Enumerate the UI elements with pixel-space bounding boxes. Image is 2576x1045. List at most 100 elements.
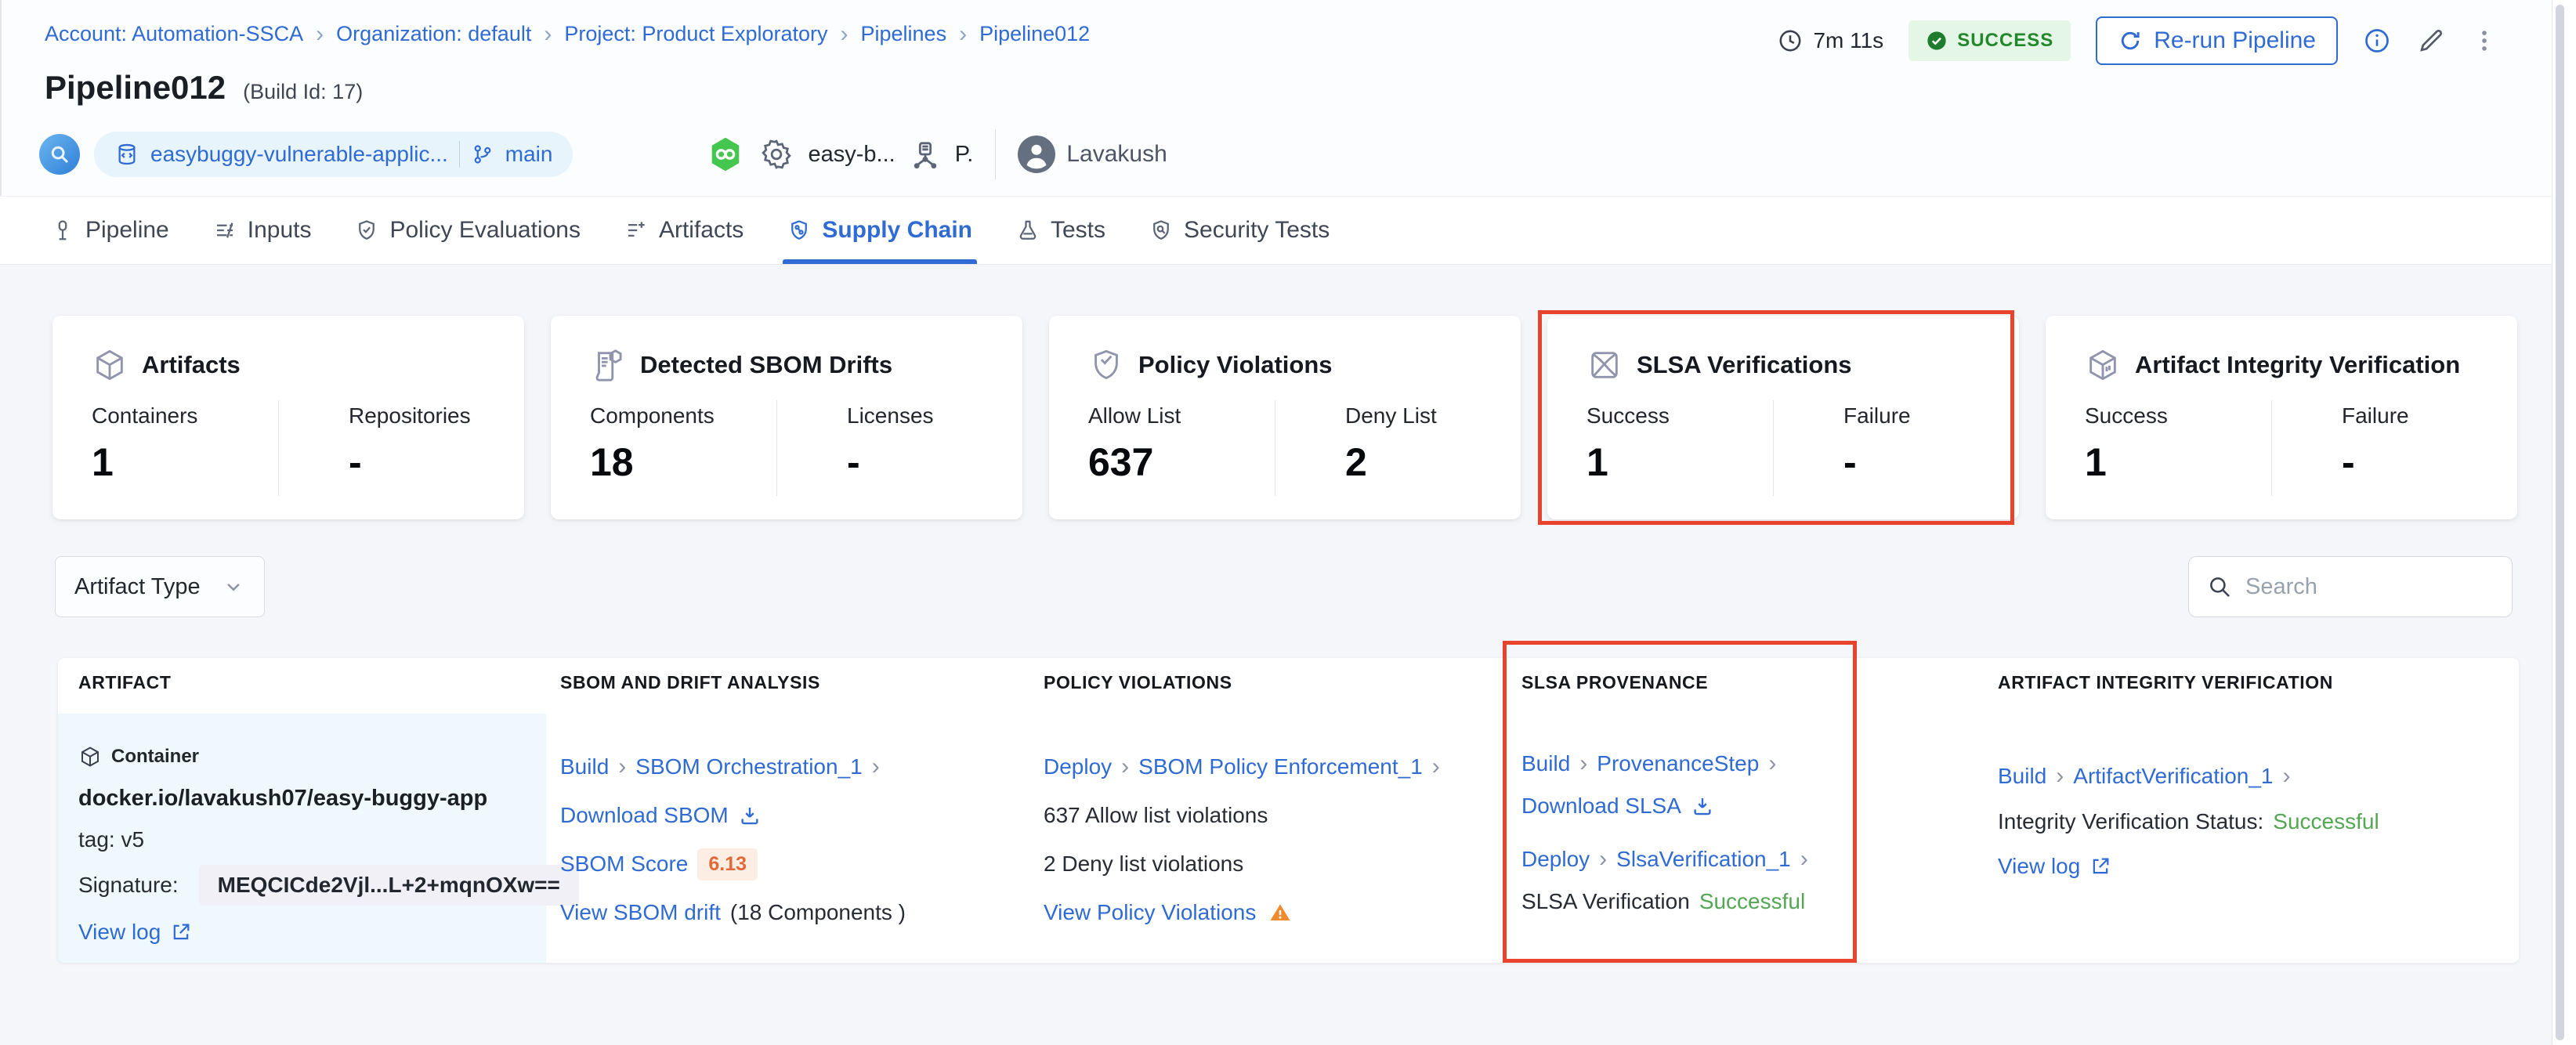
- card-divider: [776, 400, 777, 496]
- download-icon: [738, 804, 762, 827]
- tab-inputs[interactable]: Inputs: [213, 197, 311, 264]
- chevron-right-icon: ›: [1431, 754, 1440, 779]
- breadcrumb-organization[interactable]: Organization: default: [336, 22, 531, 46]
- pipeline-icon: [51, 219, 74, 242]
- stage-link[interactable]: Build: [1521, 751, 1570, 776]
- metric-value: -: [847, 440, 860, 484]
- sbom-cell: Build › SBOM Orchestration_1 › Download …: [560, 743, 906, 937]
- cube-icon: [2085, 347, 2121, 383]
- flask-icon: [1016, 219, 1040, 242]
- sbom-score-link[interactable]: SBOM Score: [560, 852, 688, 877]
- artifacts-table: ARTIFACT SBOM AND DRIFT ANALYSIS POLICY …: [58, 658, 2519, 963]
- info-icon[interactable]: [2363, 27, 2391, 55]
- artifact-name: docker.io/lavakush07/easy-buggy-app: [78, 785, 488, 811]
- rerun-label: Re-run Pipeline: [2154, 27, 2316, 53]
- breadcrumb: Account: Automation-SSCA › Organization:…: [45, 22, 1090, 46]
- download-sbom[interactable]: Download SBOM: [560, 791, 906, 840]
- metric-value: 1: [92, 440, 114, 484]
- branch-name: main: [505, 142, 553, 166]
- metric-integrity-success: Success 1: [2085, 403, 2168, 485]
- metric-slsa-failure: Failure -: [1843, 403, 1911, 485]
- run-duration-text: 7m 11s: [1813, 28, 1884, 52]
- triggered-by-user: Lavakush: [1066, 141, 1167, 167]
- chevron-right-icon: ›: [618, 754, 627, 779]
- metric-label: Licenses: [847, 403, 934, 428]
- step-link[interactable]: SBOM Policy Enforcement_1: [1138, 754, 1423, 779]
- policy-step-path: Deploy › SBOM Policy Enforcement_1 ›: [1044, 743, 1440, 791]
- tab-security-tests[interactable]: Security Tests: [1149, 197, 1330, 264]
- artifact-view-log[interactable]: View log: [78, 910, 579, 954]
- step-link[interactable]: SlsaVerification_1: [1616, 847, 1791, 872]
- tab-label: Supply Chain: [822, 217, 972, 243]
- status-text: SUCCESS: [1957, 30, 2054, 51]
- rerun-pipeline-button[interactable]: Re-run Pipeline: [2096, 16, 2338, 65]
- step-link[interactable]: ArtifactVerification_1: [2073, 764, 2273, 789]
- sbom-step-path: Build › SBOM Orchestration_1 ›: [560, 743, 906, 791]
- metric-label: Containers: [92, 403, 198, 428]
- metric-label: Failure: [2342, 403, 2409, 428]
- stage-link[interactable]: Deploy: [1521, 847, 1590, 872]
- metric-containers: Containers 1: [92, 403, 197, 485]
- metric-label: Deny List: [1345, 403, 1437, 428]
- tab-tests[interactable]: Tests: [1016, 197, 1105, 264]
- chevron-right-icon: ›: [840, 20, 848, 47]
- chevron-down-icon: [222, 575, 245, 598]
- breadcrumb-project[interactable]: Project: Product Exploratory: [564, 22, 827, 46]
- tab-supply-chain[interactable]: Supply Chain: [783, 197, 977, 264]
- stage-link[interactable]: Build: [560, 754, 609, 779]
- artifacts-list-icon: [624, 219, 648, 242]
- sbom-score-row: SBOM Score 6.13: [560, 840, 906, 888]
- card-title: Artifacts: [142, 351, 241, 378]
- tab-policy-evaluations[interactable]: Policy Evaluations: [355, 197, 581, 264]
- refresh-icon: [2118, 28, 2143, 53]
- tab-artifacts[interactable]: Artifacts: [624, 197, 743, 264]
- external-link-icon: [2089, 855, 2111, 877]
- search-icon: [2206, 573, 2233, 600]
- tab-label: Policy Evaluations: [389, 217, 581, 243]
- chevron-right-icon: ›: [544, 20, 552, 47]
- breadcrumb-pipelines[interactable]: Pipelines: [861, 22, 947, 46]
- card-title: Detected SBOM Drifts: [640, 351, 893, 378]
- card-slsa-verifications: SLSA Verifications Success 1 Failure -: [1547, 316, 2019, 519]
- integrity-view-log[interactable]: View log: [1998, 844, 2379, 888]
- step-link[interactable]: SBOM Orchestration_1: [635, 754, 862, 779]
- trigger-project-name[interactable]: P.: [955, 142, 974, 168]
- col-header-slsa: SLSA PROVENANCE: [1521, 672, 1709, 692]
- stage-link[interactable]: Build: [1998, 764, 2046, 789]
- breadcrumb-account[interactable]: Account: Automation-SSCA: [45, 22, 303, 46]
- card-divider: [278, 400, 279, 496]
- view-policy-violations[interactable]: View Policy Violations: [1044, 888, 1440, 937]
- search-box: [2188, 556, 2513, 617]
- col-header-policy: POLICY VIOLATIONS: [1044, 672, 1232, 692]
- slsa-provenance-path: Build › ProvenanceStep ›: [1521, 743, 1808, 785]
- metric-repositories: Repositories -: [349, 403, 471, 485]
- tab-label: Security Tests: [1184, 217, 1330, 243]
- kebab-menu-icon[interactable]: [2471, 27, 2498, 54]
- cube-icon: [92, 347, 128, 383]
- sbom-score-badge: 6.13: [697, 848, 758, 880]
- stage-link[interactable]: Deploy: [1044, 754, 1112, 779]
- step-link[interactable]: ProvenanceStep: [1597, 751, 1759, 776]
- clock-icon: [1777, 27, 1804, 54]
- gear-icon: [759, 137, 794, 172]
- view-policy-violations-label: View Policy Violations: [1044, 900, 1257, 924]
- scrollbar-thumb[interactable]: [2556, 5, 2564, 1040]
- tab-pipeline[interactable]: Pipeline: [51, 197, 169, 264]
- search-input[interactable]: [2245, 573, 2495, 600]
- trigger-details: easy-b... P.: [706, 135, 973, 174]
- chevron-right-icon: ›: [1579, 750, 1588, 776]
- execution-meta-row: easybuggy-vulnerable-applic... main easy…: [39, 128, 1167, 180]
- signature-value[interactable]: MEQCICde2Vjl...L+2+mqnOXw==: [198, 865, 579, 906]
- edit-pencil-icon[interactable]: [2416, 26, 2446, 56]
- view-sbom-drift-link[interactable]: View SBOM drift: [560, 900, 721, 925]
- repo-branch-pill[interactable]: easybuggy-vulnerable-applic... main: [94, 132, 573, 177]
- download-slsa[interactable]: Download SLSA: [1521, 785, 1808, 827]
- inputs-icon: [213, 219, 237, 242]
- trigger-pipeline-name[interactable]: easy-b...: [808, 142, 895, 168]
- artifact-type-select[interactable]: Artifact Type: [55, 556, 265, 617]
- breadcrumb-current[interactable]: Pipeline012: [979, 22, 1090, 46]
- signature-label: Signature:: [78, 873, 179, 897]
- metric-value: -: [349, 440, 362, 484]
- metric-label: Allow List: [1088, 403, 1181, 428]
- artifact-tag: tag: v5: [78, 827, 145, 852]
